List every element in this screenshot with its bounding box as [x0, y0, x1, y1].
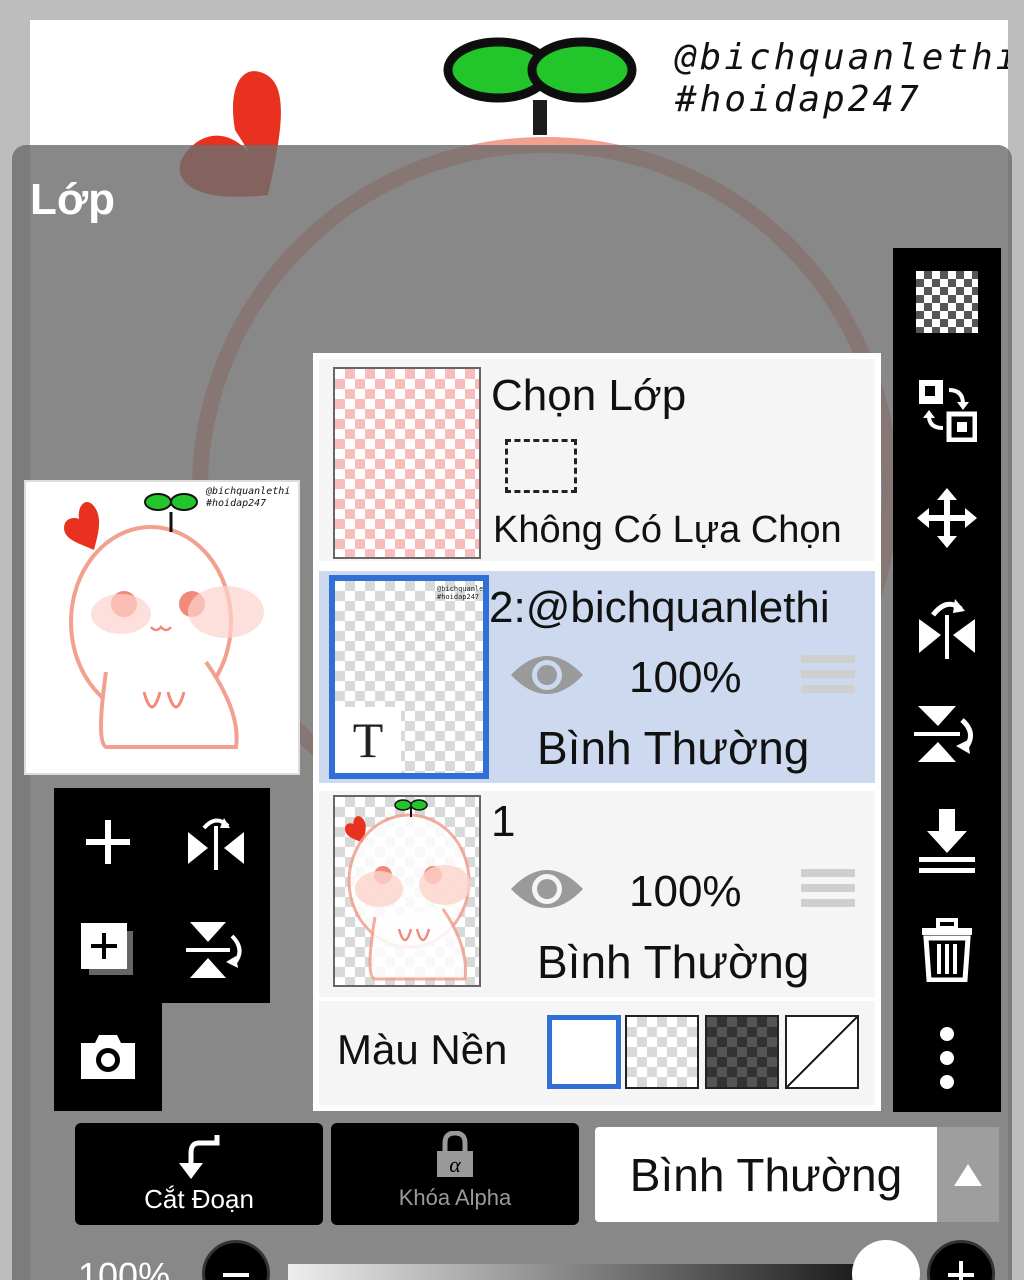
clipping-button[interactable]: Cắt Đoạn: [75, 1123, 323, 1225]
selection-marquee-icon: [505, 439, 577, 493]
background-color-label: Màu Nền: [337, 1026, 508, 1073]
layer-blend-mode: Bình Thường: [537, 722, 810, 774]
layer-row[interactable]: 1 100% Bình Thường: [319, 791, 875, 997]
camera-button[interactable]: [54, 1003, 162, 1111]
selection-layer-title: Chọn Lớp: [491, 371, 687, 420]
trash-icon: [922, 918, 972, 982]
watermark-hashtag: #hoidap247: [675, 79, 922, 120]
delete-layer-button[interactable]: [893, 896, 1001, 1004]
move-button[interactable]: [893, 464, 1001, 572]
camera-icon: [81, 1035, 135, 1079]
selection-layer-thumbnail: [333, 367, 481, 559]
rotate-flip-vertical-icon: [914, 706, 973, 762]
visibility-eye-icon[interactable]: [509, 651, 585, 699]
flip-vertical-icon: [186, 922, 242, 978]
rotate-flip-v-button[interactable]: [893, 680, 1001, 788]
bg-none-swatch[interactable]: [785, 1015, 859, 1089]
selection-layer-row[interactable]: Chọn Lớp Không Có Lựa Chọn: [319, 359, 875, 561]
minus-icon: [223, 1273, 249, 1277]
checkerboard-icon: [916, 271, 978, 333]
text-layer-badge: T: [335, 707, 401, 773]
rotate-flip-h-button[interactable]: [893, 572, 1001, 680]
alpha-lock-label: Khóa Alpha: [398, 1185, 512, 1210]
merge-down-button[interactable]: [893, 788, 1001, 896]
preview-watermark: @bichquanlethi #hoidap247: [206, 486, 291, 509]
bg-checker-dark-swatch[interactable]: [705, 1015, 779, 1089]
bg-checker-light-swatch[interactable]: [625, 1015, 699, 1089]
left-toolbar-camera: [54, 1003, 162, 1111]
svg-text:α: α: [449, 1152, 461, 1177]
blend-mode-dropdown-button[interactable]: [937, 1127, 999, 1222]
add-layer-icon: [81, 923, 133, 975]
left-toolbar: [54, 788, 270, 1003]
more-vertical-icon: [940, 1027, 954, 1089]
opacity-value-label: 100%: [78, 1255, 171, 1280]
merge-down-icon: [919, 809, 975, 873]
clipping-label: Cắt Đoạn: [144, 1184, 254, 1214]
swap-layer-button[interactable]: [893, 356, 1001, 464]
thumbnail-watermark: @bichquanlethi #hoidap247: [437, 585, 488, 601]
visibility-eye-icon[interactable]: [509, 865, 585, 913]
watermark-handle: @bichquanlethi: [675, 37, 1008, 78]
canvas-preview-thumbnail[interactable]: @bichquanlethi #hoidap247: [24, 480, 300, 775]
layer-opacity: 100%: [629, 867, 742, 916]
drag-handle-icon[interactable]: [801, 869, 855, 914]
layer-thumbnail: [333, 795, 481, 987]
rotate-flip-horizontal-icon: [919, 599, 975, 659]
plus-icon: [86, 820, 130, 864]
layer-opacity: 100%: [629, 653, 742, 702]
flip-horizontal-button[interactable]: [162, 788, 270, 896]
more-options-button[interactable]: [893, 1004, 1001, 1112]
alpha-lock-button[interactable]: α Khóa Alpha: [331, 1123, 579, 1225]
layer-blend-mode: Bình Thường: [537, 936, 810, 988]
right-toolbar: [893, 248, 1001, 1112]
move-icon: [917, 488, 977, 548]
layer-name: 1: [491, 797, 516, 846]
bg-white-swatch[interactable]: [547, 1015, 621, 1089]
panel-title: Lớp: [30, 175, 116, 224]
opacity-slider-track[interactable]: [288, 1264, 888, 1280]
add-layer-button[interactable]: [54, 788, 162, 896]
drag-handle-icon[interactable]: [801, 655, 855, 700]
clip-arrow-icon: [179, 1135, 220, 1179]
swap-layers-icon: [919, 380, 977, 442]
layer-thumbnail: @bichquanlethi #hoidap247 T: [329, 575, 489, 779]
triangle-up-icon: [954, 1163, 982, 1186]
lock-alpha-icon: α: [437, 1131, 473, 1177]
flip-vertical-button[interactable]: [162, 896, 270, 1004]
selection-status: Không Có Lựa Chọn: [493, 509, 842, 551]
layer-name: 2:@bichquanlethi: [489, 583, 830, 632]
layer-row[interactable]: @bichquanlethi #hoidap247 T 2:@bichquanl…: [319, 571, 875, 783]
duplicate-layer-button[interactable]: [54, 896, 162, 1004]
blend-mode-select[interactable]: Bình Thường: [595, 1127, 937, 1222]
transparency-button[interactable]: [893, 248, 1001, 356]
flip-horizontal-icon: [188, 818, 244, 870]
layers-list: Chọn Lớp Không Có Lựa Chọn @bichquanleth…: [313, 353, 881, 1111]
